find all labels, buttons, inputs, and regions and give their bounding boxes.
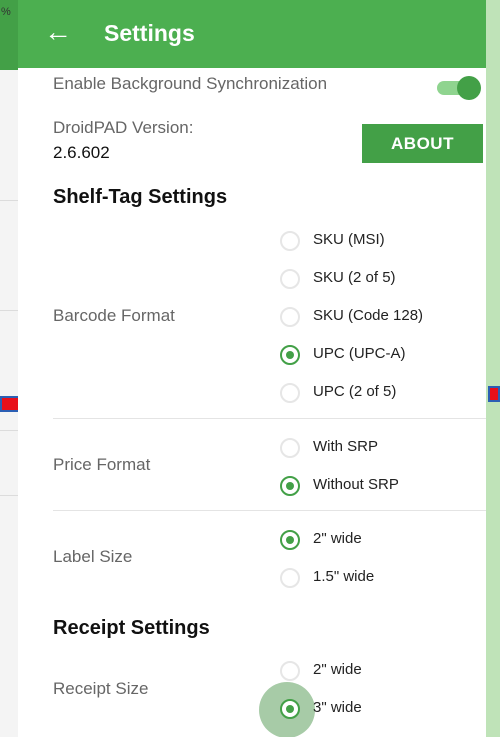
receipt-section-title: Receipt Settings [53, 617, 210, 639]
divider [53, 510, 486, 511]
shelf-tag-section-title: Shelf-Tag Settings [53, 186, 228, 208]
radio-button-selected[interactable] [280, 345, 300, 365]
radio-button[interactable] [280, 383, 300, 403]
option-label: SKU (Code 128) [313, 307, 424, 324]
arrow-left-icon[interactable]: ← [44, 18, 72, 46]
background-divider [0, 495, 18, 496]
radio-button-selected[interactable] [280, 699, 300, 719]
sync-toggle[interactable] [435, 74, 481, 100]
radio-button[interactable] [280, 307, 300, 327]
sync-label: Enable Background Synchronization [53, 74, 328, 93]
background-divider [0, 430, 18, 431]
option-label: With SRP [313, 438, 379, 455]
option-label: 2" wide [313, 530, 362, 547]
background-divider [0, 200, 18, 201]
radio-button[interactable] [280, 568, 300, 588]
option-label: UPC (2 of 5) [313, 383, 397, 400]
annotation-marker-right [488, 386, 500, 402]
radio-button[interactable] [280, 438, 300, 458]
version-label: DroidPAD Version: [53, 118, 194, 137]
app-bar: ← Settings [18, 0, 486, 68]
radio-button[interactable] [280, 661, 300, 681]
option-label: SKU (2 of 5) [313, 269, 396, 286]
option-label: UPC (UPC-A) [313, 345, 406, 362]
divider [53, 418, 486, 419]
settings-screen: ← Settings Enable Background Synchroniza… [18, 0, 486, 737]
price-format-label: Price Format [53, 455, 151, 474]
right-edge [486, 0, 500, 737]
background-app-edge: % [0, 0, 18, 737]
page-title: Settings [104, 20, 195, 46]
receipt-size-label: Receipt Size [53, 679, 149, 698]
label-size-label: Label Size [53, 547, 133, 566]
option-label: SKU (MSI) [313, 231, 385, 248]
radio-button-selected[interactable] [280, 530, 300, 550]
barcode-format-label: Barcode Format [53, 306, 175, 325]
version-value: 2.6.602 [53, 143, 110, 162]
radio-button[interactable] [280, 231, 300, 251]
radio-button-selected[interactable] [280, 476, 300, 496]
option-label: 2" wide [313, 661, 362, 678]
about-button[interactable]: ABOUT [362, 124, 483, 163]
sync-setting-row[interactable]: Enable Background Synchronization [18, 68, 486, 104]
option-label: 1.5" wide [313, 568, 375, 585]
status-fragment: % [1, 6, 11, 18]
option-label: 3" wide [313, 699, 362, 716]
radio-button[interactable] [280, 269, 300, 289]
option-label: Without SRP [313, 476, 399, 493]
background-divider [0, 310, 18, 311]
toggle-thumb [457, 76, 481, 100]
